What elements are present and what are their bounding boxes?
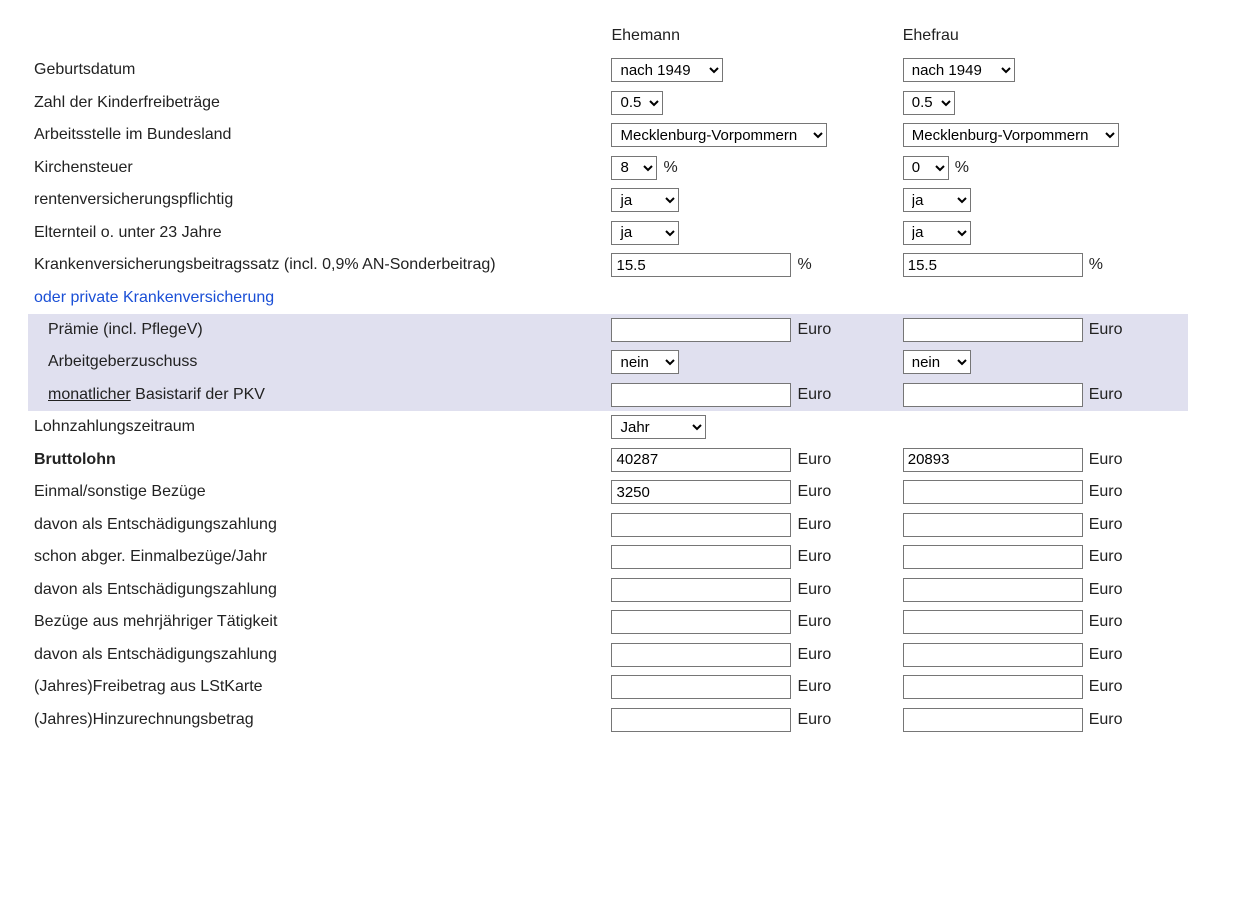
unit-euro: Euro — [797, 675, 831, 699]
wife-already-input[interactable] — [903, 545, 1083, 569]
unit-euro: Euro — [797, 708, 831, 732]
husband-parent-select[interactable]: ja — [611, 221, 679, 245]
wife-churchtax-select[interactable]: 0 — [903, 156, 949, 180]
wife-multi-input[interactable] — [903, 610, 1083, 634]
husband-comp1-input[interactable] — [611, 513, 791, 537]
unit-euro: Euro — [797, 610, 831, 634]
husband-allowance-input[interactable] — [611, 675, 791, 699]
wife-subsidy-select[interactable]: nein — [903, 350, 971, 374]
unit-percent: % — [955, 156, 969, 180]
wife-comp1-input[interactable] — [903, 513, 1083, 537]
label-child-allowances: Zahl der Kinderfreibeträge — [28, 87, 605, 120]
label-allowance-card: (Jahres)Freibetrag aus LStKarte — [28, 671, 605, 704]
husband-pension-select[interactable]: ja — [611, 188, 679, 212]
label-parent-under23: Elternteil o. unter 23 Jahre — [28, 217, 605, 250]
label-monthly-base: monatlicher Basistarif der PKV — [28, 379, 605, 412]
label-thereof-comp3: davon als Entschädigungszahlung — [28, 639, 605, 672]
spacer — [28, 20, 605, 54]
label-one-time: Einmal/sonstige Bezüge — [28, 476, 605, 509]
wife-pension-select[interactable]: ja — [903, 188, 971, 212]
unit-euro: Euro — [797, 545, 831, 569]
unit-percent: % — [663, 156, 677, 180]
unit-euro: Euro — [797, 480, 831, 504]
unit-euro: Euro — [1089, 545, 1123, 569]
husband-birthdate-select[interactable]: nach 1949 — [611, 58, 723, 82]
unit-euro: Euro — [1089, 643, 1123, 667]
wife-gross-input[interactable] — [903, 448, 1083, 472]
unit-percent: % — [797, 253, 811, 277]
label-multi-year: Bezüge aus mehrjähriger Tätigkeit — [28, 606, 605, 639]
husband-addamount-input[interactable] — [611, 708, 791, 732]
unit-euro: Euro — [1089, 383, 1123, 407]
wife-monthlybase-input[interactable] — [903, 383, 1083, 407]
tax-form-table: Ehemann Ehefrau Geburtsdatum nach 1949 n… — [28, 20, 1188, 736]
col-header-wife: Ehefrau — [897, 20, 1188, 54]
husband-gross-input[interactable] — [611, 448, 791, 472]
wife-comp2-input[interactable] — [903, 578, 1083, 602]
label-work-state: Arbeitsstelle im Bundesland — [28, 119, 605, 152]
unit-euro: Euro — [797, 643, 831, 667]
unit-euro: Euro — [797, 513, 831, 537]
husband-churchtax-select[interactable]: 8 — [611, 156, 657, 180]
unit-euro: Euro — [797, 318, 831, 342]
wife-premium-input[interactable] — [903, 318, 1083, 342]
unit-euro: Euro — [797, 578, 831, 602]
label-kv-rate: Krankenversicherungsbeitragssatz (incl. … — [28, 249, 605, 282]
label-add-amount: (Jahres)Hinzurechnungsbetrag — [28, 704, 605, 737]
husband-subsidy-select[interactable]: nein — [611, 350, 679, 374]
wife-birthdate-select[interactable]: nach 1949 — [903, 58, 1015, 82]
private-kv-link[interactable]: oder private Krankenversicherung — [34, 289, 274, 306]
wife-onetime-input[interactable] — [903, 480, 1083, 504]
unit-euro: Euro — [1089, 448, 1123, 472]
label-employer-subsidy: Arbeitgeberzuschuss — [28, 346, 605, 379]
husband-comp3-input[interactable] — [611, 643, 791, 667]
husband-payperiod-select[interactable]: Jahr — [611, 415, 706, 439]
label-pay-period: Lohnzahlungszeitraum — [28, 411, 605, 444]
husband-onetime-input[interactable] — [611, 480, 791, 504]
husband-monthlybase-input[interactable] — [611, 383, 791, 407]
husband-kvrate-input[interactable] — [611, 253, 791, 277]
wife-workstate-select[interactable]: Mecklenburg-Vorpommern — [903, 123, 1119, 147]
label-premium: Prämie (incl. PflegeV) — [28, 314, 605, 347]
unit-euro: Euro — [1089, 578, 1123, 602]
unit-euro: Euro — [797, 448, 831, 472]
label-church-tax: Kirchensteuer — [28, 152, 605, 185]
husband-workstate-select[interactable]: Mecklenburg-Vorpommern — [611, 123, 827, 147]
label-birthdate: Geburtsdatum — [28, 54, 605, 87]
husband-premium-input[interactable] — [611, 318, 791, 342]
unit-euro: Euro — [1089, 610, 1123, 634]
unit-euro: Euro — [797, 383, 831, 407]
wife-childallow-select[interactable]: 0.5 — [903, 91, 955, 115]
label-thereof-comp2: davon als Entschädigungszahlung — [28, 574, 605, 607]
wife-parent-select[interactable]: ja — [903, 221, 971, 245]
wife-kvrate-input[interactable] — [903, 253, 1083, 277]
label-pension-mandatory: rentenversicherungspflichtig — [28, 184, 605, 217]
wife-addamount-input[interactable] — [903, 708, 1083, 732]
col-header-husband: Ehemann — [605, 20, 896, 54]
wife-comp3-input[interactable] — [903, 643, 1083, 667]
label-already-taxed: schon abger. Einmalbezüge/Jahr — [28, 541, 605, 574]
unit-euro: Euro — [1089, 513, 1123, 537]
label-thereof-comp1: davon als Entschädigungszahlung — [28, 509, 605, 542]
unit-euro: Euro — [1089, 675, 1123, 699]
wife-allowance-input[interactable] — [903, 675, 1083, 699]
husband-childallow-select[interactable]: 0.5 — [611, 91, 663, 115]
husband-already-input[interactable] — [611, 545, 791, 569]
husband-multi-input[interactable] — [611, 610, 791, 634]
unit-euro: Euro — [1089, 708, 1123, 732]
unit-percent: % — [1089, 253, 1103, 277]
unit-euro: Euro — [1089, 318, 1123, 342]
label-gross: Bruttolohn — [28, 444, 605, 477]
husband-comp2-input[interactable] — [611, 578, 791, 602]
unit-euro: Euro — [1089, 480, 1123, 504]
